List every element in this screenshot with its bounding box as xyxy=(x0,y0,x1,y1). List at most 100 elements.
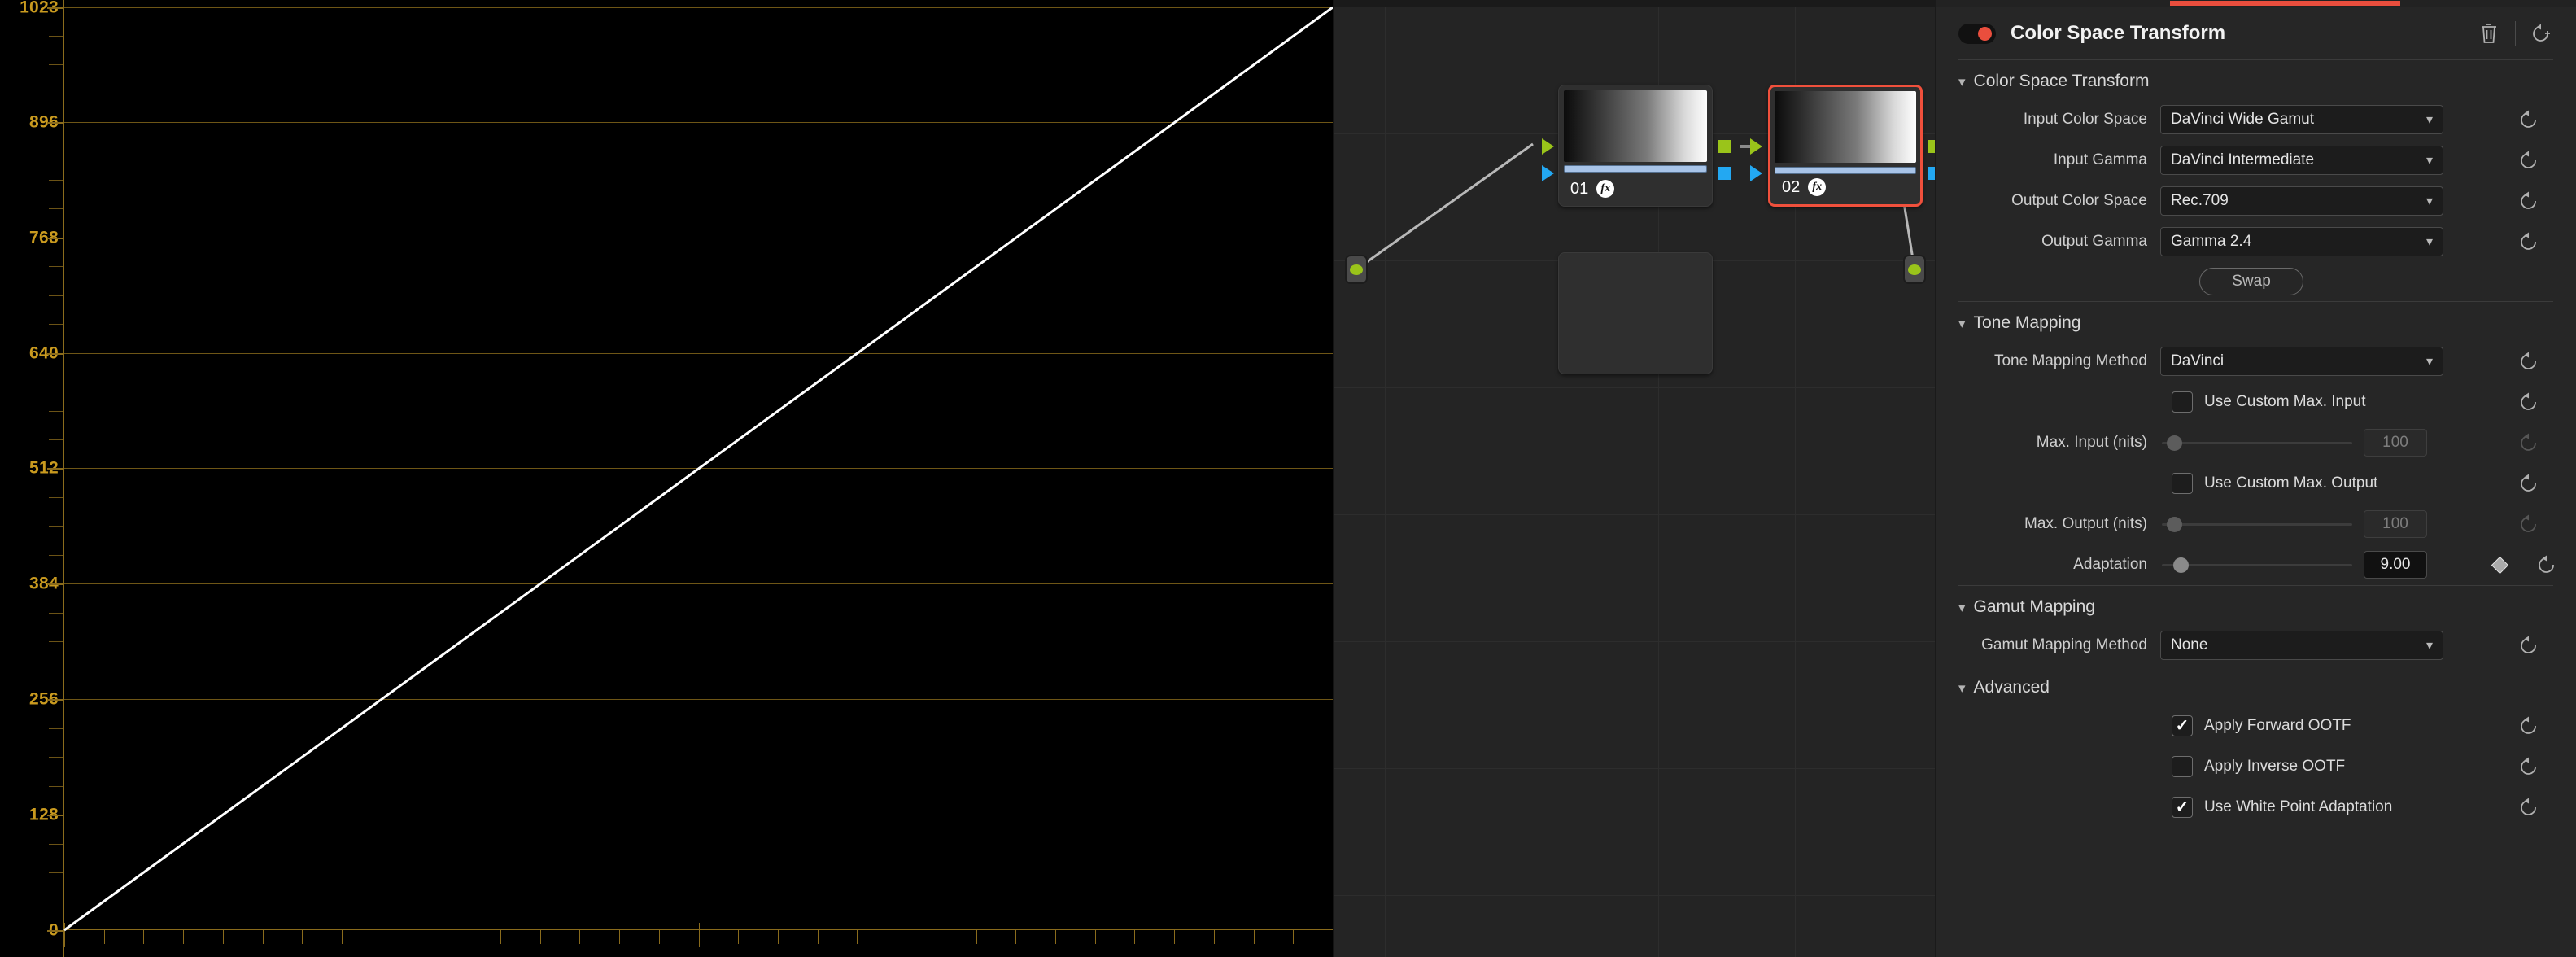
node-01-rgb-output-port[interactable] xyxy=(1718,140,1731,153)
label-apply-forward-ootf: Apply Forward OOTF xyxy=(2204,717,2351,734)
reset-output-gamma[interactable] xyxy=(2500,231,2558,252)
select-input-color-space[interactable]: DaVinci Wide Gamut ▾ xyxy=(2160,105,2443,134)
reset-apply-forward-ootf[interactable] xyxy=(2500,715,2558,736)
diamond-icon xyxy=(2491,556,2508,574)
slider-knob[interactable] xyxy=(2173,557,2189,573)
chevron-down-icon: ▾ xyxy=(1958,315,1966,331)
checkbox-apply-inverse-ootf[interactable] xyxy=(2172,756,2193,777)
fx-icon[interactable]: fx xyxy=(1808,178,1827,196)
keyframe-adaptation[interactable] xyxy=(2482,556,2517,574)
control-output-gamma: Gamma 2.4 ▾ xyxy=(2160,227,2500,256)
slider-adaptation[interactable] xyxy=(2162,554,2352,575)
label-use-custom-max-input: Use Custom Max. Input xyxy=(2204,393,2366,410)
label-input-gamma: Input Gamma xyxy=(2053,151,2147,168)
page-title: Color Space Transform xyxy=(2011,22,2226,44)
select-gamut-mapping-method[interactable]: None ▾ xyxy=(2160,631,2443,660)
node-01-key-bar xyxy=(1564,165,1707,173)
inspector-panel[interactable]: Color Space Transform ▾ Color Space Tran… xyxy=(1935,0,2576,957)
checkbox-use-white-point-adaptation[interactable]: ✓ xyxy=(2172,797,2193,818)
header-divider xyxy=(2515,21,2516,46)
checkbox-use-custom-max-input[interactable] xyxy=(2172,391,2193,413)
source-io-node[interactable] xyxy=(1345,255,1368,284)
effect-enable-toggle[interactable] xyxy=(1958,23,1996,44)
node-02-node[interactable]: 02 fx xyxy=(1768,85,1923,207)
checkbox-use-custom-max-output[interactable] xyxy=(2172,473,2193,494)
control-max-input-nits: 100 xyxy=(2160,429,2500,457)
section-header-gamut-mapping[interactable]: ▾ Gamut Mapping xyxy=(1936,586,2576,625)
reset-apply-inverse-ootf[interactable] xyxy=(2500,756,2558,777)
row-use-custom-max-output: Use Custom Max. Output xyxy=(1936,463,2576,504)
chevron-down-icon: ▾ xyxy=(2425,154,2433,168)
node-02-rgb-output-port[interactable] xyxy=(1928,140,1935,153)
row-output-gamma: Output Gamma Gamma 2.4 ▾ xyxy=(1936,221,2576,262)
fx-icon[interactable]: fx xyxy=(1596,180,1615,198)
swap-button[interactable]: Swap xyxy=(2199,268,2303,295)
chevron-down-icon: ▾ xyxy=(2425,639,2433,653)
row-output-color-space: Output Color Space Rec.709 ▾ xyxy=(1936,181,2576,221)
trash-icon[interactable] xyxy=(2474,19,2504,48)
output-io-node[interactable] xyxy=(1903,255,1926,284)
reset-gamut-mapping-method[interactable] xyxy=(2500,635,2558,656)
section-header-color-space-transform[interactable]: ▾ Color Space Transform xyxy=(1936,60,2576,99)
label-max-input-nits: Max. Input (nits) xyxy=(2036,434,2147,451)
node01-key-input-arrow[interactable] xyxy=(1542,165,1554,181)
label-max-output-nits: Max. Output (nits) xyxy=(2024,515,2147,532)
label-output-gamma: Output Gamma xyxy=(2041,233,2147,250)
reset-use-custom-max-input[interactable] xyxy=(2500,391,2558,413)
control-input-color-space: DaVinci Wide Gamut ▾ xyxy=(2160,105,2500,134)
slider-max-output-nits[interactable] xyxy=(2162,513,2352,535)
value-max-input-nits[interactable]: 100 xyxy=(2364,429,2427,457)
reset-add-icon[interactable] xyxy=(2527,19,2556,48)
value-max-output-nits[interactable]: 100 xyxy=(2364,510,2427,538)
select-output-gamma[interactable]: Gamma 2.4 ▾ xyxy=(2160,227,2443,256)
node-01-node[interactable]: 01 fx xyxy=(1558,85,1713,207)
node-01[interactable] xyxy=(1558,252,1713,374)
section-header-advanced[interactable]: ▾ Advanced xyxy=(1936,666,2576,706)
slider-knob[interactable] xyxy=(2167,435,2182,451)
select-input-gamma[interactable]: DaVinci Intermediate ▾ xyxy=(2160,146,2443,175)
select-value: Gamma 2.4 xyxy=(2171,233,2252,250)
slider-max-input-nits[interactable] xyxy=(2162,432,2352,453)
output-port-dot xyxy=(1908,264,1921,275)
reset-input-color-space[interactable] xyxy=(2500,109,2558,130)
row-use-white-point-adaptation: ✓ Use White Point Adaptation xyxy=(1936,787,2576,828)
active-tab-indicator xyxy=(2170,1,2400,6)
chevron-down-icon: ▾ xyxy=(1958,73,1966,90)
control-input-gamma: DaVinci Intermediate ▾ xyxy=(2160,146,2500,175)
select-output-color-space[interactable]: Rec.709 ▾ xyxy=(2160,186,2443,216)
section-header-tone-mapping[interactable]: ▾ Tone Mapping xyxy=(1936,302,2576,341)
chevron-down-icon: ▾ xyxy=(2425,194,2433,208)
control-adaptation: 9.00 xyxy=(2160,551,2482,579)
slider-knob[interactable] xyxy=(2167,516,2182,532)
slider-track xyxy=(2162,441,2352,444)
row-gamut-mapping-method: Gamut Mapping Method None ▾ xyxy=(1936,625,2576,666)
row-apply-forward-ootf: ✓ Apply Forward OOTF xyxy=(1936,706,2576,746)
label-gamut-mapping-method: Gamut Mapping Method xyxy=(1981,636,2147,653)
reset-max-output-nits[interactable] xyxy=(2500,513,2558,535)
select-tone-mapping-method[interactable]: DaVinci ▾ xyxy=(2160,347,2443,376)
reset-output-color-space[interactable] xyxy=(2500,190,2558,212)
reset-input-gamma[interactable] xyxy=(2500,150,2558,171)
reset-max-input-nits[interactable] xyxy=(2500,432,2558,453)
node02-key-input-arrow[interactable] xyxy=(1750,165,1762,181)
node01-rgb-input-arrow[interactable] xyxy=(1542,138,1554,155)
node-01-key-output-port[interactable] xyxy=(1718,167,1731,180)
value-adaptation[interactable]: 9.00 xyxy=(2364,551,2427,579)
source-port-dot xyxy=(1350,264,1363,275)
slider-track xyxy=(2162,522,2352,526)
section-title: Tone Mapping xyxy=(1973,313,2081,332)
checkbox-apply-forward-ootf[interactable]: ✓ xyxy=(2172,715,2193,736)
reset-tone-mapping-method[interactable] xyxy=(2500,351,2558,372)
reset-adaptation[interactable] xyxy=(2517,554,2576,575)
label-use-custom-max-output: Use Custom Max. Output xyxy=(2204,474,2378,492)
inspector-tabstrip[interactable] xyxy=(1936,0,2576,7)
curve-scope-panel[interactable]: 01282563845126407688961023 xyxy=(0,0,1333,957)
node-02-footer: 02 fx xyxy=(1770,173,1920,201)
node-02-key-output-port[interactable] xyxy=(1928,167,1935,180)
reset-use-white-point-adaptation[interactable] xyxy=(2500,797,2558,818)
section-title: Color Space Transform xyxy=(1973,72,2150,90)
node-graph-panel[interactable]: 01 fx 02 fx xyxy=(1333,0,1935,957)
node02-rgb-input-arrow[interactable] xyxy=(1750,138,1762,155)
row-adaptation: Adaptation 9.00 xyxy=(1936,544,2576,585)
reset-use-custom-max-output[interactable] xyxy=(2500,473,2558,494)
